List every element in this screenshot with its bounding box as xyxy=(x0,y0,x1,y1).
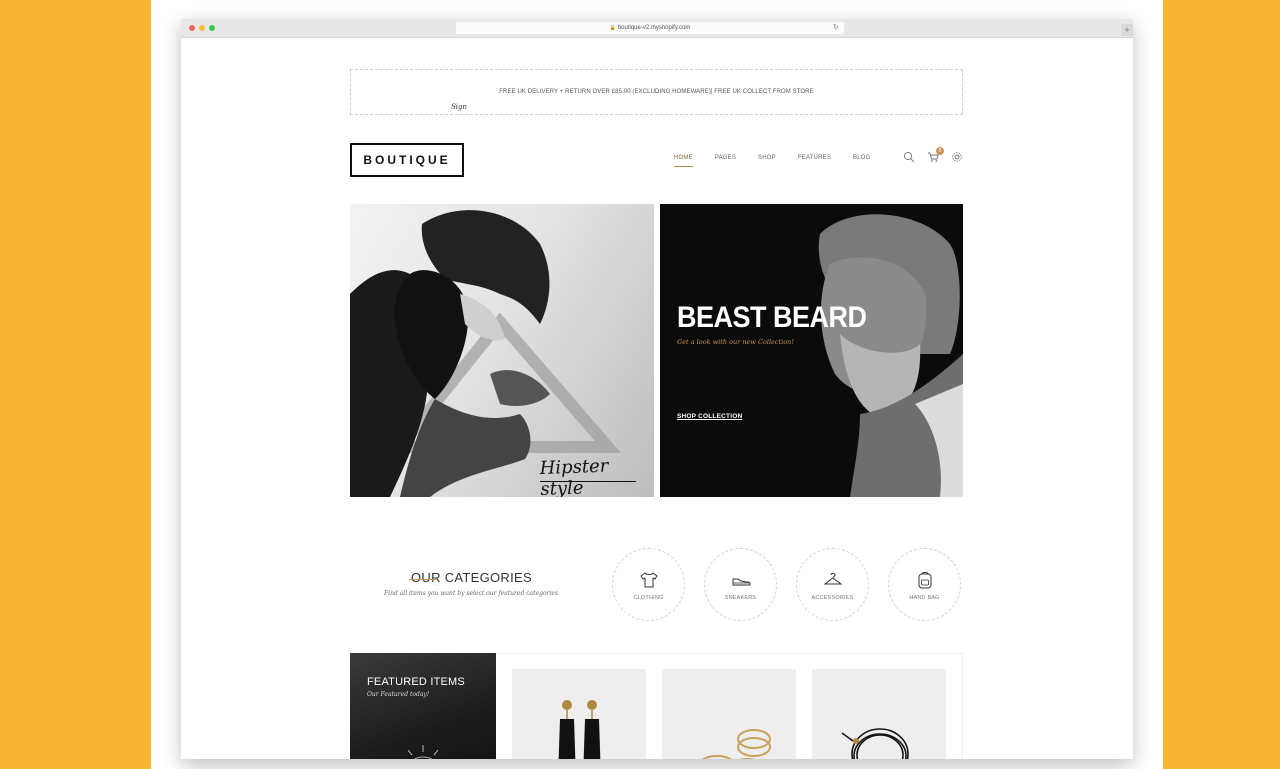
lock-icon: 🔒 xyxy=(609,25,616,31)
reload-icon[interactable]: ↻ xyxy=(833,22,839,34)
nav-item-blog[interactable]: BLOG xyxy=(853,155,870,161)
category-label: ACCESSORIES xyxy=(811,595,854,601)
address-bar[interactable]: 🔒 boutique-v2.myshopify.com xyxy=(456,22,844,34)
hanger-icon xyxy=(823,573,843,585)
category-label: CLOTHING xyxy=(633,595,664,601)
category-clothing[interactable]: CLOTHING xyxy=(612,548,685,621)
product-card-rings[interactable] xyxy=(662,669,796,759)
categories-title: OUR CATEGORIES xyxy=(411,570,532,585)
lightbulb-icon xyxy=(407,745,439,759)
hipster-model-image xyxy=(350,210,622,497)
promo-signature: Sign xyxy=(451,103,468,111)
category-label: HAND BAG xyxy=(909,595,940,601)
category-label: SNEAKERS xyxy=(724,595,757,601)
web-page: FREE UK DELIVERY + RETURN OVER £85.00 (E… xyxy=(181,38,1133,759)
new-tab-button[interactable]: + xyxy=(1121,24,1133,36)
minimize-window-button[interactable] xyxy=(199,25,205,31)
product-card-bracelet[interactable] xyxy=(812,669,946,759)
hero-banner-hipster[interactable]: Hipster style xyxy=(350,204,654,497)
shop-collection-link[interactable]: SHOP COLLECTION xyxy=(677,413,742,420)
beast-beard-title: BEAST BEARD xyxy=(677,300,867,334)
maximize-window-button[interactable] xyxy=(209,25,215,31)
category-sneakers[interactable]: SNEAKERS xyxy=(704,548,777,621)
backpack-icon xyxy=(918,572,932,589)
hero-banner-beast-beard[interactable]: BEAST BEARD Get a look with our new Coll… xyxy=(660,204,963,497)
tshirt-icon xyxy=(640,572,658,588)
main-nav: HOME PAGES SHOP FEATURES BLOG xyxy=(674,155,893,167)
rings-product-image xyxy=(701,729,771,759)
site-logo[interactable]: BOUTIQUE xyxy=(350,143,464,177)
earrings-product-image xyxy=(558,700,601,759)
product-card-earrings[interactable] xyxy=(512,669,646,759)
sneaker-icon xyxy=(732,578,751,586)
close-window-button[interactable] xyxy=(189,25,195,31)
address-bar-url: boutique-v2.myshopify.com xyxy=(617,25,691,31)
nav-item-home[interactable]: HOME xyxy=(674,155,693,167)
hipster-underline xyxy=(540,481,636,482)
featured-items-banner[interactable]: FEATURED ITEMS Our Featured today! xyxy=(350,653,496,759)
browser-toolbar: 🔒 boutique-v2.myshopify.com ↻ + xyxy=(181,19,1133,38)
categories-subtitle: Find all items you want by select our fe… xyxy=(384,590,558,597)
cart-count-badge: 0 xyxy=(936,147,944,155)
nav-item-pages[interactable]: PAGES xyxy=(715,155,736,161)
bracelet-product-image xyxy=(841,728,909,759)
beast-beard-subtitle: Get a look with our new Collection! xyxy=(677,338,794,346)
promo-banner: FREE UK DELIVERY + RETURN OVER £85.00 (E… xyxy=(350,69,963,115)
nav-item-shop[interactable]: SHOP xyxy=(758,155,776,161)
categories-title-accent xyxy=(409,579,436,580)
category-accessories[interactable]: ACCESSORIES xyxy=(796,548,869,621)
promo-text: FREE UK DELIVERY + RETURN OVER £85.00 (E… xyxy=(499,89,814,95)
browser-window: 🔒 boutique-v2.myshopify.com ↻ + FREE UK D… xyxy=(181,19,1133,759)
beard-model-image xyxy=(818,214,963,497)
search-icon[interactable] xyxy=(903,151,915,163)
nav-item-features[interactable]: FEATURES xyxy=(798,155,831,161)
settings-gear-icon[interactable] xyxy=(951,151,963,163)
hipster-style-script: Hipster style xyxy=(539,455,609,497)
category-hand-bag[interactable]: HAND BAG xyxy=(888,548,961,621)
